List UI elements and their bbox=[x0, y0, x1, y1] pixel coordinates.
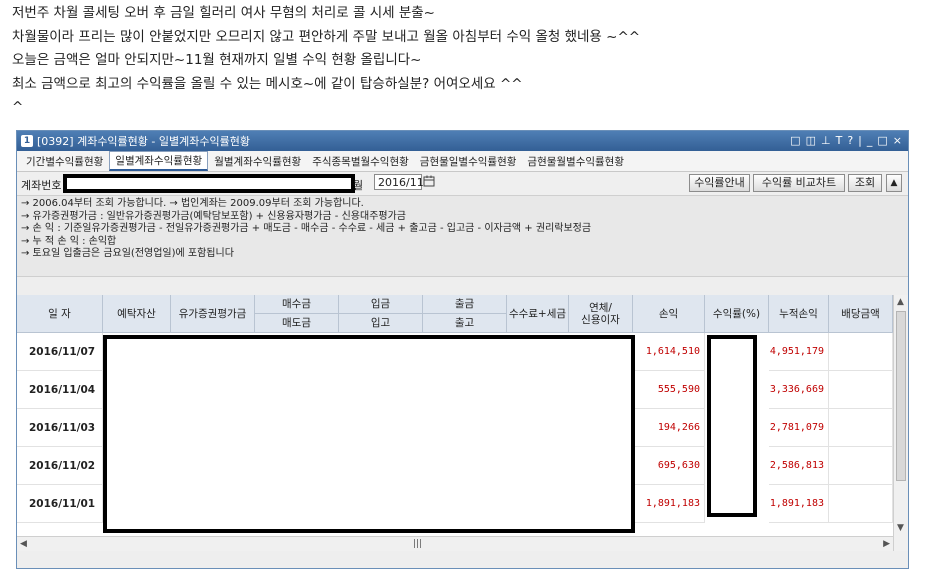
header-out-goods: 출고 bbox=[423, 314, 507, 333]
header-rate: 수익률(%) bbox=[705, 295, 769, 333]
redaction-box bbox=[103, 335, 635, 533]
maximize-icon[interactable]: □ bbox=[877, 134, 887, 147]
note-line: → 유가증권평가금 : 일반유가증권평가금(예탁담보포함) + 신용융자평가금 … bbox=[21, 210, 406, 222]
row-pnl: 555,590 bbox=[633, 371, 705, 409]
header-sell: 매도금 bbox=[255, 314, 339, 333]
scroll-thumb[interactable] bbox=[896, 311, 906, 481]
header-interest-line2: 신용이자 bbox=[581, 313, 620, 326]
row-pnl: 1,891,183 bbox=[633, 485, 705, 523]
notes-panel: → 2006.04부터 조회 가능합니다. → 법인계좌는 2009.09부터 … bbox=[17, 195, 908, 277]
window-titlebar[interactable]: 1 [0392] 계좌수익률현황 - 일별계좌수익률현황 □ ◫ ⊥ T ? |… bbox=[17, 131, 908, 151]
header-out-amount: 출금 bbox=[423, 295, 507, 314]
month-label: 월 bbox=[353, 179, 364, 192]
row-dividend bbox=[829, 333, 893, 371]
note-line: → 누 적 손 익 : 손익합 bbox=[21, 235, 117, 247]
row-pnl: 695,630 bbox=[633, 447, 705, 485]
window-title: [0392] 계좌수익률현황 - 일별계좌수익률현황 bbox=[37, 135, 250, 148]
return-info-button[interactable]: 수익률안내 bbox=[689, 174, 750, 192]
row-date: 2016/11/07 bbox=[17, 333, 103, 371]
text-size-icon[interactable]: T bbox=[836, 134, 843, 147]
daily-return-table: 일 자 예탁자산 유가증권평가금 매수금 매도금 입금 입고 출금 출고 수수료… bbox=[17, 295, 893, 551]
redaction-box bbox=[707, 335, 757, 517]
scroll-left-icon[interactable]: ◀ bbox=[20, 539, 27, 549]
header-date: 일 자 bbox=[17, 295, 103, 333]
calendar-icon[interactable] bbox=[423, 175, 437, 189]
header-buy: 매수금 bbox=[255, 295, 339, 314]
post-line-2: 차월물이라 프리는 많이 안붙었지만 오므리지 않고 편안하게 주말 보내고 월… bbox=[12, 28, 641, 45]
clipped-previous-content bbox=[16, 121, 908, 130]
header-fee-tax: 수수료+세금 bbox=[507, 295, 569, 333]
post-line-5: ^ bbox=[12, 99, 24, 115]
screen-number-icon: 1 bbox=[21, 135, 33, 147]
redaction-box bbox=[63, 174, 355, 193]
scroll-up-icon[interactable]: ▲ bbox=[897, 297, 904, 307]
row-cumulative-pnl: 2,586,813 bbox=[769, 447, 829, 485]
month-input[interactable]: 2016/11 bbox=[374, 174, 424, 190]
row-dividend bbox=[829, 371, 893, 409]
scroll-grip-icon[interactable]: ||| bbox=[413, 539, 422, 549]
row-pnl: 194,266 bbox=[633, 409, 705, 447]
post-text: 저번주 차월 콜세팅 오버 후 금일 힐러리 여사 무혐의 처리로 콜 시세 분… bbox=[12, 2, 640, 120]
tile-icon[interactable]: ◫ bbox=[806, 134, 816, 147]
note-line: → 손 익 : 기준일유가증권평가금 - 전일유가증권평가금 + 매도금 - 매… bbox=[21, 223, 592, 234]
row-cumulative-pnl: 1,891,183 bbox=[769, 485, 829, 523]
row-date: 2016/11/03 bbox=[17, 409, 103, 447]
note-line: → 토요일 입출금은 금요일(전영업일)에 포함됩니다 bbox=[21, 248, 234, 259]
row-date: 2016/11/04 bbox=[17, 371, 103, 409]
tab-stock-monthly-return[interactable]: 주식종목별월수익현황 bbox=[307, 152, 414, 171]
row-date: 2016/11/01 bbox=[17, 485, 103, 523]
row-cumulative-pnl: 4,951,179 bbox=[769, 333, 829, 371]
tab-daily-account-return[interactable]: 일별계좌수익률현황 bbox=[109, 151, 209, 171]
scroll-right-icon[interactable]: ▶ bbox=[883, 539, 890, 549]
close-icon[interactable]: × bbox=[893, 134, 902, 147]
header-securities: 유가증권평가금 bbox=[171, 295, 255, 333]
account-label: 계좌번호 bbox=[21, 179, 62, 192]
horizontal-scrollbar[interactable]: ◀ ||| ▶ bbox=[17, 536, 893, 551]
tab-period-return[interactable]: 기간별수익률현황 bbox=[21, 152, 108, 171]
row-cumulative-pnl: 2,781,079 bbox=[769, 409, 829, 447]
tab-gold-daily-return[interactable]: 금현물일별수익률현황 bbox=[415, 152, 522, 171]
header-interest: 연체/ 신용이자 bbox=[569, 295, 633, 333]
header-pnl: 손익 bbox=[633, 295, 705, 333]
post-line-3: 오늘은 금액은 얼마 안되지만~11월 현재까지 일별 수익 현황 올립니다~ bbox=[12, 52, 422, 68]
account-return-window: 1 [0392] 계좌수익률현황 - 일별계좌수익률현황 □ ◫ ⊥ T ? |… bbox=[16, 130, 909, 569]
header-deposit: 예탁자산 bbox=[103, 295, 171, 333]
restore-icon[interactable]: □ bbox=[790, 134, 800, 147]
query-bar: 계좌번호 월 2016/11 수익률안내 수익률 비교차트 조회 ▲ bbox=[17, 172, 908, 196]
tab-monthly-account-return[interactable]: 월별계좌수익률현황 bbox=[209, 152, 306, 171]
search-button[interactable]: 조회 bbox=[848, 174, 882, 192]
row-dividend bbox=[829, 485, 893, 523]
row-cumulative-pnl: 3,336,669 bbox=[769, 371, 829, 409]
header-interest-line1: 연체/ bbox=[589, 301, 612, 314]
titlebar-controls: □ ◫ ⊥ T ? | _ □ × bbox=[790, 134, 902, 147]
collapse-up-button[interactable]: ▲ bbox=[886, 174, 902, 192]
compare-chart-button[interactable]: 수익률 비교차트 bbox=[753, 174, 845, 192]
row-dividend bbox=[829, 447, 893, 485]
post-line-1: 저번주 차월 콜세팅 오버 후 금일 힐러리 여사 무혐의 처리로 콜 시세 분… bbox=[12, 5, 435, 21]
note-line: → 2006.04부터 조회 가능합니다. → 법인계좌는 2009.09부터 … bbox=[21, 198, 364, 209]
header-in-amount: 입금 bbox=[339, 295, 423, 314]
header-in-goods: 입고 bbox=[339, 314, 423, 333]
tab-bar: 기간별수익률현황 일별계좌수익률현황 월별계좌수익률현황 주식종목별월수익현황 … bbox=[17, 151, 908, 172]
separator: | bbox=[858, 134, 862, 147]
post-line-4: 최소 금액으로 최고의 수익률을 올릴 수 있는 메시호~에 같이 탑승하실분?… bbox=[12, 75, 523, 92]
pin-icon[interactable]: ⊥ bbox=[821, 134, 831, 147]
minimize-icon[interactable]: _ bbox=[867, 134, 873, 147]
tab-gold-monthly-return[interactable]: 금현물월별수익률현황 bbox=[522, 152, 629, 171]
row-date: 2016/11/02 bbox=[17, 447, 103, 485]
header-dividend: 배당금액 bbox=[829, 295, 893, 333]
help-icon[interactable]: ? bbox=[847, 134, 853, 147]
header-cumulative-pnl: 누적손익 bbox=[769, 295, 829, 333]
scroll-down-icon[interactable]: ▼ bbox=[897, 523, 904, 533]
row-dividend bbox=[829, 409, 893, 447]
vertical-scrollbar[interactable]: ▲ ▼ bbox=[893, 295, 908, 551]
row-pnl: 1,614,510 bbox=[633, 333, 705, 371]
